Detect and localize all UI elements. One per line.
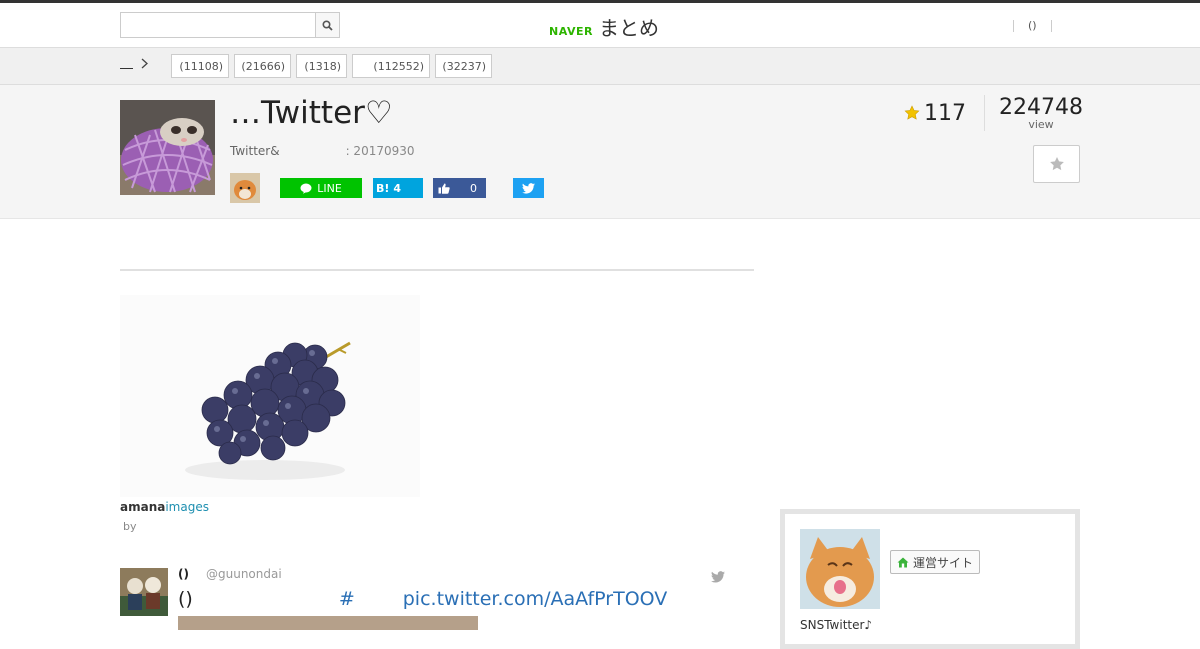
article-thumbnail bbox=[120, 100, 215, 195]
category-tab[interactable]: (21666) bbox=[234, 54, 291, 78]
article-subtitle: Twitter& bbox=[230, 144, 280, 158]
star-icon bbox=[904, 105, 920, 120]
hatena-bookmark-button[interactable]: B! 4 bbox=[373, 178, 423, 198]
category-tab[interactable]: (1318) bbox=[296, 54, 347, 78]
header-divider bbox=[1050, 19, 1052, 32]
search-icon bbox=[322, 19, 333, 31]
logo-naver: NAVER bbox=[549, 25, 593, 38]
twitter-share-button[interactable] bbox=[513, 178, 544, 198]
line-share-button[interactable]: LINE bbox=[280, 178, 362, 198]
search-input[interactable] bbox=[121, 13, 315, 37]
tweet-text: () # pic.twitter.com/AaAfPrTOOV bbox=[178, 588, 667, 610]
header-nav: () bbox=[1013, 19, 1052, 32]
article-date: : 20170930 bbox=[345, 144, 415, 158]
article-meta: Twitter& : 20170930 bbox=[230, 144, 415, 158]
line-icon bbox=[300, 183, 312, 194]
sidebar-author-card: 運営サイト SNSTwitter♪ bbox=[780, 509, 1080, 649]
content-divider bbox=[120, 269, 754, 271]
official-site-label: 運営サイト bbox=[913, 555, 974, 570]
article-title: …Twitter♡ bbox=[230, 95, 393, 131]
breadcrumb[interactable] bbox=[120, 58, 148, 69]
favorite-number: 117 bbox=[924, 100, 966, 126]
tweet-image[interactable] bbox=[178, 616, 478, 630]
category-tab[interactable]: (112552) bbox=[352, 54, 430, 78]
home-icon bbox=[897, 557, 909, 567]
line-share-label: LINE bbox=[317, 181, 342, 195]
image-credit[interactable]: amanaimages bbox=[120, 500, 209, 514]
tweet-text-prefix: () bbox=[178, 588, 193, 610]
twitter-bird-icon bbox=[522, 182, 535, 194]
image-by-label: by bbox=[123, 520, 137, 533]
author-avatar[interactable] bbox=[230, 173, 260, 203]
search-button[interactable] bbox=[315, 13, 339, 37]
facebook-like-button[interactable]: 0 bbox=[433, 178, 486, 198]
view-count: 224748 view bbox=[985, 95, 1083, 131]
article-header: …Twitter♡ Twitter& : 20170930 LINE B! 4 bbox=[0, 85, 1200, 219]
tweet-author-avatar[interactable] bbox=[120, 568, 168, 616]
chevron-right-icon bbox=[141, 58, 148, 69]
facebook-count: 0 bbox=[470, 181, 477, 195]
star-outline-icon bbox=[1049, 157, 1064, 171]
header-user-link[interactable]: () bbox=[1014, 19, 1051, 32]
category-tab[interactable]: (11108) bbox=[171, 54, 229, 78]
category-tab[interactable]: (32237) bbox=[435, 54, 492, 78]
add-favorite-button[interactable] bbox=[1033, 145, 1080, 183]
official-site-button[interactable]: 運営サイト bbox=[890, 550, 981, 574]
tweet-hashtag[interactable]: # bbox=[339, 588, 355, 610]
twitter-bird-icon[interactable] bbox=[711, 568, 725, 587]
breadcrumb-label bbox=[120, 59, 133, 69]
logo-matome: まとめ bbox=[598, 16, 659, 40]
tweet-author-handle[interactable]: @guunondai bbox=[206, 567, 282, 581]
image-credit-images: images bbox=[165, 500, 209, 514]
image-credit-brand: amana bbox=[120, 500, 166, 514]
article-stats: 117 224748 view bbox=[904, 95, 1083, 131]
thumbs-up-icon bbox=[438, 183, 450, 194]
category-bar: (11108) (21666) (1318) (112552) (32237) bbox=[0, 48, 1200, 85]
view-number: 224748 bbox=[999, 95, 1083, 120]
search-box bbox=[120, 12, 340, 38]
category-tabs: (11108) (21666) (1318) (112552) (32237) bbox=[171, 54, 492, 78]
site-logo[interactable]: NAVER まとめ bbox=[549, 12, 659, 41]
share-bar: LINE B! 4 0 bbox=[230, 173, 544, 203]
hatena-count: 4 bbox=[393, 181, 402, 195]
hatena-label: B! bbox=[376, 181, 390, 195]
tweet-author-name[interactable]: () bbox=[178, 567, 189, 581]
favorite-count: 117 bbox=[904, 95, 985, 131]
article-main-image[interactable] bbox=[120, 295, 420, 497]
site-header: NAVER まとめ () bbox=[0, 3, 1200, 48]
tweet-pic-link[interactable]: pic.twitter.com/AaAfPrTOOV bbox=[403, 588, 668, 610]
sidebar-author-avatar[interactable] bbox=[800, 529, 880, 609]
